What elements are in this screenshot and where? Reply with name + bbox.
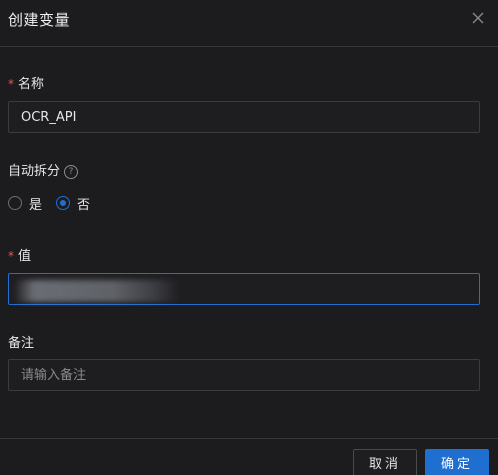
required-mark: * <box>8 77 14 91</box>
value-input[interactable] <box>8 273 480 305</box>
radio-no[interactable]: 否 <box>56 194 90 213</box>
dialog-title: 创建变量 <box>8 11 71 29</box>
name-label: * 名称 <box>8 73 44 92</box>
name-input[interactable] <box>8 101 480 133</box>
radio-yes[interactable]: 是 <box>8 194 42 213</box>
auto-split-label-text: 自动拆分 <box>8 164 61 179</box>
auto-split-label: 自动拆分? <box>8 160 79 179</box>
remark-label-text: 备注 <box>8 336 35 351</box>
auto-split-radio-group: 是 否 <box>8 194 104 213</box>
remark-input[interactable] <box>8 359 480 391</box>
name-label-text: 名称 <box>18 77 45 92</box>
radio-yes-label: 是 <box>29 197 43 213</box>
radio-yes-circle[interactable] <box>8 196 22 210</box>
value-label: * 值 <box>8 245 31 264</box>
dialog-header: 创建变量 <box>0 0 498 47</box>
help-icon[interactable]: ? <box>64 165 79 179</box>
required-mark: * <box>8 249 14 263</box>
create-variable-dialog: 创建变量 *名称 自动拆分? 是 否 *值 备注 取消 确定 <box>0 0 498 475</box>
dialog-footer <box>0 438 498 475</box>
close-icon[interactable] <box>470 10 486 26</box>
remark-label: 备注 <box>8 332 34 351</box>
value-label-text: 值 <box>18 249 32 264</box>
confirm-button[interactable]: 确定 <box>425 449 489 475</box>
cancel-button[interactable]: 取消 <box>353 449 417 475</box>
radio-no-circle[interactable] <box>56 196 71 210</box>
radio-no-label: 否 <box>77 197 91 213</box>
